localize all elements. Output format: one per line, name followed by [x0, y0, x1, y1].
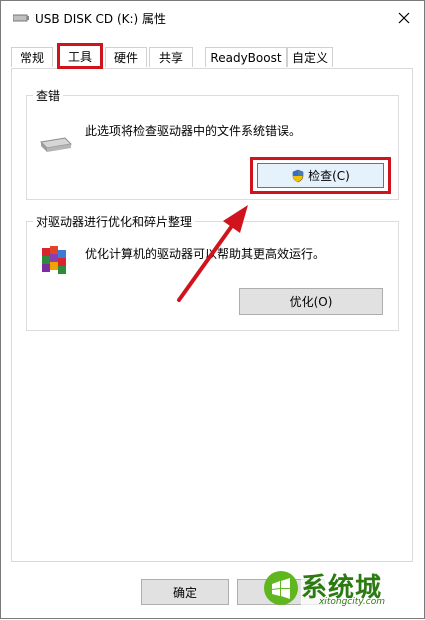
tab-tools[interactable]: 工具 — [57, 43, 103, 69]
properties-window: USB DISK CD (K:) 属性 常规 工具 硬件 共享 ReadyBoo… — [0, 0, 425, 619]
annotation-arrow — [177, 205, 248, 302]
ok-button[interactable]: 确定 — [141, 579, 229, 605]
ok-button-label: 确定 — [172, 585, 197, 600]
watermark-url: xitongcity.com — [319, 597, 385, 607]
